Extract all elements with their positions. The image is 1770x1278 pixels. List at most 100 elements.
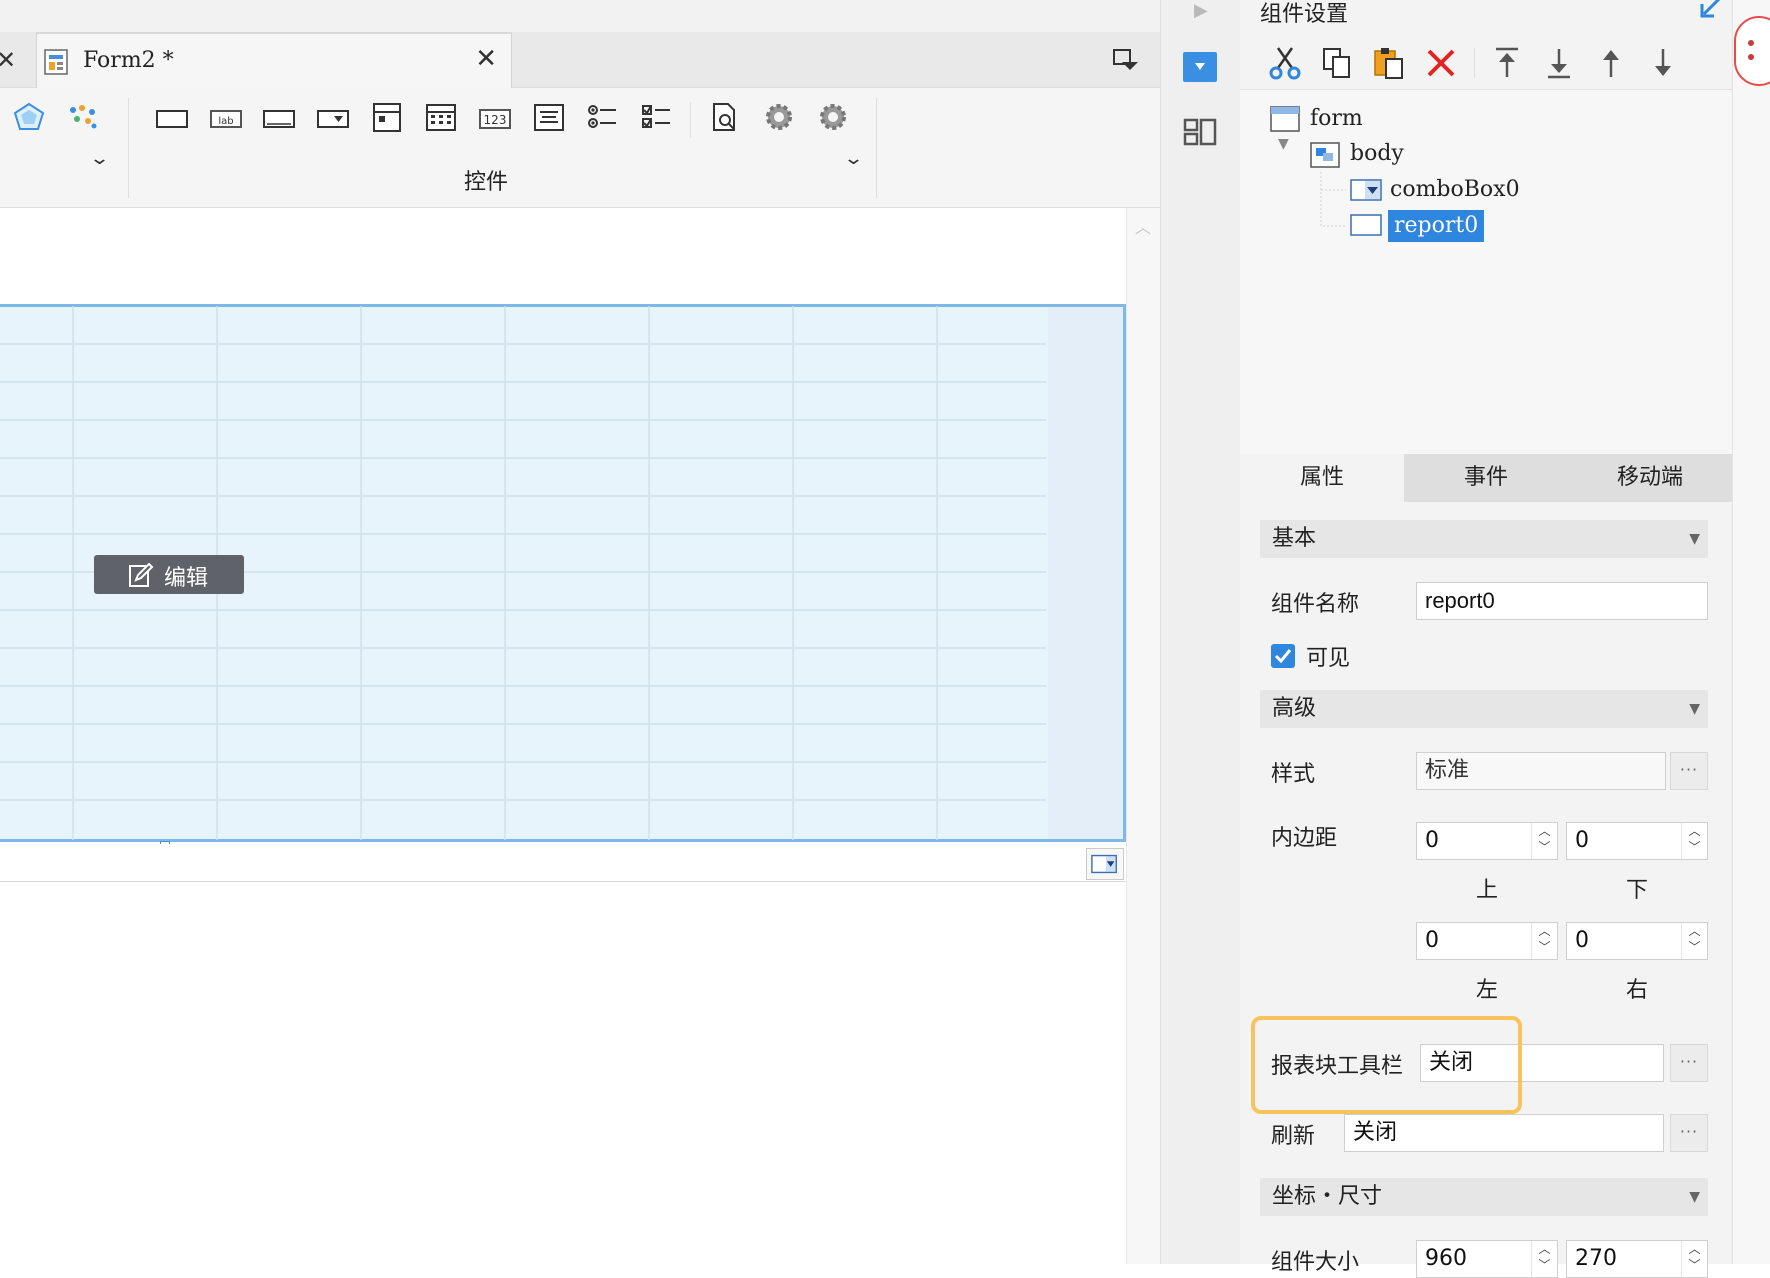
- textbox-control-icon[interactable]: [262, 104, 296, 134]
- combobox-node-icon: [1350, 179, 1382, 201]
- padding-left-input[interactable]: 0 ︿ ﹀: [1416, 922, 1558, 960]
- panel-title: 组件设置: [1260, 2, 1349, 27]
- collapse-body-icon[interactable]: ▼: [1278, 136, 1289, 152]
- stepper-arrows-icon[interactable]: ︿ ﹀: [1531, 823, 1557, 859]
- more-menu-button[interactable]: [1734, 16, 1770, 86]
- checkbox-group-control-icon[interactable]: [640, 102, 674, 132]
- tree-node-body[interactable]: body: [1350, 138, 1404, 170]
- refresh-field[interactable]: 关闭: [1344, 1114, 1664, 1152]
- padding-bottom-input[interactable]: 0 ︿ ﹀: [1566, 822, 1708, 860]
- edit-report-button[interactable]: 编辑: [94, 555, 244, 594]
- check-icon: [1274, 649, 1292, 664]
- visible-checkbox[interactable]: [1271, 644, 1295, 668]
- date-control-icon[interactable]: [424, 102, 458, 132]
- report-toolbar-more-button[interactable]: ···: [1670, 1044, 1708, 1082]
- toolbar-divider: [128, 98, 129, 198]
- svg-text:lab: lab: [218, 116, 233, 127]
- component-settings-dock-icon[interactable]: [1183, 52, 1217, 82]
- cut-icon[interactable]: [1268, 46, 1302, 80]
- style-label: 样式: [1271, 762, 1316, 787]
- label-control-icon[interactable]: lab: [209, 104, 243, 134]
- component-tree: form ▼ body comboBox0 report0: [1240, 90, 1732, 454]
- padding-bottom-value: 0: [1575, 828, 1589, 853]
- padding-top-input[interactable]: 0 ︿ ﹀: [1416, 822, 1558, 860]
- stepper-arrows-icon[interactable]: ︿ ﹀: [1531, 1241, 1557, 1277]
- tab-title: Form2 *: [83, 48, 174, 73]
- collapse-panel-icon[interactable]: [1696, 0, 1724, 22]
- svg-text:123: 123: [484, 113, 507, 127]
- move-to-top-icon[interactable]: [1490, 46, 1524, 80]
- tab-mobile[interactable]: 移动端: [1568, 454, 1732, 502]
- tree-node-report0[interactable]: report0: [1388, 210, 1485, 242]
- padding-label: 内边距: [1271, 826, 1338, 851]
- tab-form2[interactable]: Form2 * ✕: [36, 32, 512, 88]
- width-input[interactable]: 960 ︿ ﹀: [1416, 1240, 1558, 1278]
- padding-left-value: 0: [1425, 928, 1439, 953]
- widget-toolbar: ⌄ lab 123 ⌄: [0, 88, 1160, 208]
- padding-top-sublabel: 上: [1476, 878, 1499, 903]
- tree-node-combobox0[interactable]: comboBox0: [1390, 174, 1520, 206]
- controls-group-label: 控件: [464, 170, 509, 195]
- radio-group-control-icon[interactable]: [586, 102, 620, 132]
- report-grid-margin: [1048, 307, 1123, 839]
- textarea-control-icon[interactable]: [532, 102, 566, 132]
- side-dock-strip: [1160, 0, 1240, 1264]
- settings-gear-icon[interactable]: [762, 102, 796, 132]
- stepper-arrows-icon[interactable]: ︿ ﹀: [1531, 923, 1557, 959]
- style-field[interactable]: 标准: [1416, 752, 1666, 790]
- scatter-chart-icon[interactable]: [66, 102, 100, 132]
- tree-connector-lines: [1320, 172, 1346, 227]
- toolbar-divider: [876, 98, 877, 198]
- section-basic[interactable]: 基本 ▼: [1260, 520, 1708, 558]
- tab-events[interactable]: 事件: [1404, 454, 1568, 502]
- padding-right-input[interactable]: 0 ︿ ﹀: [1566, 922, 1708, 960]
- copy-icon[interactable]: [1320, 46, 1354, 80]
- advanced-gear-icon[interactable]: [816, 102, 850, 132]
- component-name-label: 组件名称: [1271, 592, 1360, 617]
- padding-right-sublabel: 右: [1626, 978, 1649, 1003]
- body-node-icon: [1310, 142, 1340, 168]
- vertical-scrollbar[interactable]: ︿: [1126, 208, 1160, 1264]
- section-position-size[interactable]: 坐标・尺寸 ▼: [1260, 1178, 1708, 1216]
- outer-edge: [1732, 0, 1770, 1264]
- tab-properties[interactable]: 属性: [1240, 454, 1404, 502]
- move-up-icon[interactable]: [1594, 46, 1628, 80]
- delete-icon[interactable]: [1424, 46, 1458, 80]
- controls-group-expand-icon[interactable]: ⌄: [843, 148, 864, 169]
- refresh-more-button[interactable]: ···: [1670, 1114, 1708, 1152]
- previous-tab-close-icon[interactable]: ✕: [0, 46, 16, 74]
- left-group-expand-icon[interactable]: ⌄: [89, 148, 110, 169]
- section-position-size-title: 坐标・尺寸: [1272, 1184, 1383, 1209]
- chart-radar-icon[interactable]: [12, 102, 46, 132]
- combobox-widget-row[interactable]: [0, 844, 1126, 882]
- visible-label: 可见: [1306, 646, 1351, 671]
- component-name-input[interactable]: [1416, 582, 1708, 620]
- tree-node-form[interactable]: form: [1310, 103, 1363, 135]
- paste-icon[interactable]: [1372, 46, 1406, 80]
- tab-list-menu-icon[interactable]: [1112, 48, 1140, 72]
- section-advanced[interactable]: 高级 ▼: [1260, 690, 1708, 728]
- dock-expand-arrow-icon[interactable]: ▶: [1194, 0, 1208, 21]
- combobox-widget-icon[interactable]: [1086, 848, 1124, 880]
- style-more-button[interactable]: ···: [1670, 752, 1708, 790]
- property-tabs: 属性 事件 移动端: [1240, 454, 1732, 502]
- move-down-icon[interactable]: [1646, 46, 1680, 80]
- number-control-icon[interactable]: 123: [478, 104, 512, 134]
- layout-dock-icon[interactable]: [1183, 116, 1217, 148]
- chevron-down-icon: ▼: [1689, 1189, 1700, 1205]
- height-value: 270: [1575, 1246, 1617, 1271]
- stepper-arrows-icon[interactable]: ︿ ﹀: [1681, 1241, 1707, 1277]
- move-to-bottom-icon[interactable]: [1542, 46, 1576, 80]
- query-control-icon[interactable]: [708, 102, 742, 132]
- tab-close-icon[interactable]: ✕: [475, 44, 497, 74]
- chevron-down-icon: ▼: [1689, 531, 1700, 547]
- scroll-up-icon[interactable]: ︿: [1135, 214, 1151, 238]
- padding-left-sublabel: 左: [1476, 978, 1499, 1003]
- stepper-arrows-icon[interactable]: ︿ ﹀: [1681, 923, 1707, 959]
- combobox-control-icon[interactable]: [316, 104, 350, 134]
- refresh-label: 刷新: [1271, 1124, 1316, 1149]
- panel-control-icon[interactable]: [370, 102, 404, 132]
- stepper-arrows-icon[interactable]: ︿ ﹀: [1681, 823, 1707, 859]
- frame-control-icon[interactable]: [155, 104, 189, 134]
- height-input[interactable]: 270 ︿ ﹀: [1566, 1240, 1708, 1278]
